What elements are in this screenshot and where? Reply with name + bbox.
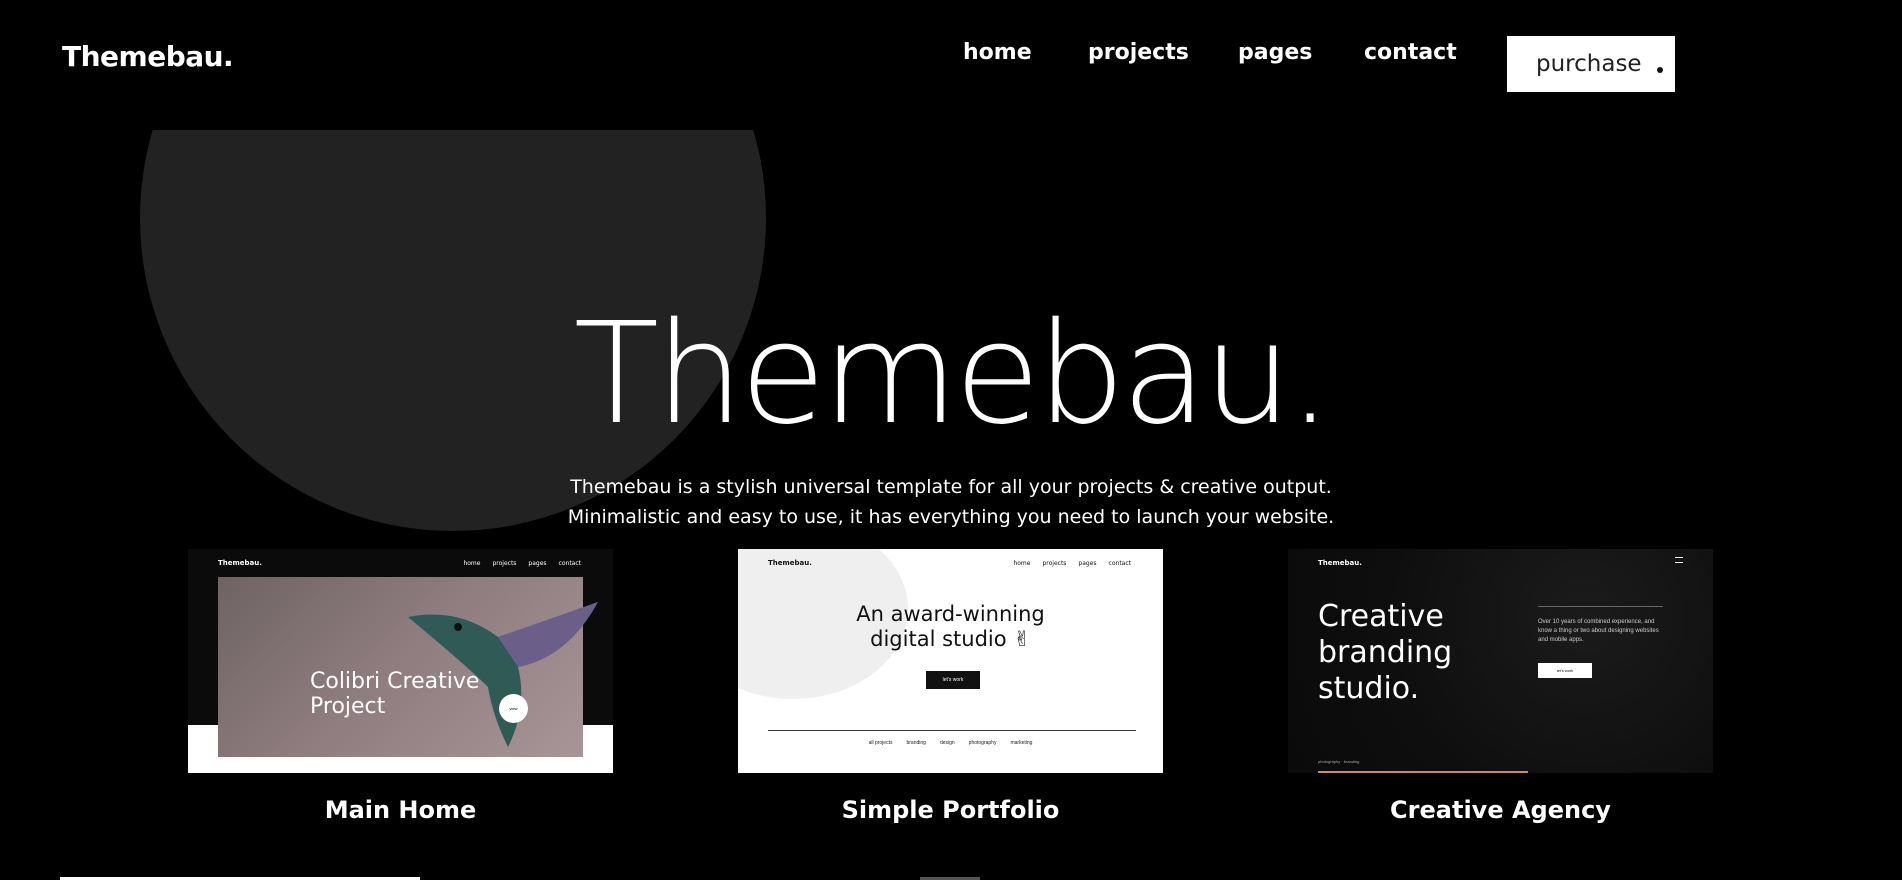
card-label-simple-portfolio[interactable]: Simple Portfolio: [738, 796, 1163, 824]
preview-link: contact: [1108, 560, 1131, 567]
preview-title-line-3: studio.: [1318, 671, 1420, 706]
hero-description: Themebau is a stylish universal template…: [0, 472, 1902, 532]
preview-header: Themebau. home projects pages contact: [738, 549, 1163, 573]
card-label-creative-agency[interactable]: Creative Agency: [1288, 796, 1713, 824]
preview-progress-bar: [1318, 771, 1528, 773]
preview-description: Over 10 years of combined experience, an…: [1538, 619, 1659, 643]
preview-link: home: [1013, 560, 1031, 567]
preview-link: pages: [1078, 560, 1097, 567]
category-item: all projects: [868, 740, 893, 746]
card-label-main-home[interactable]: Main Home: [188, 796, 613, 824]
preview-links: home projects pages contact: [463, 560, 581, 567]
nav-projects[interactable]: projects: [1088, 40, 1189, 65]
preview-header: Themebau. home projects pages contact: [188, 549, 613, 573]
category-item: branding: [906, 740, 926, 746]
demo-card-creative-agency[interactable]: Themebau. Creative branding studio. Over…: [1288, 549, 1713, 773]
hero-description-line-2: Minimalistic and easy to use, it has eve…: [567, 506, 1335, 528]
preview-caption: Colibri Creative Project: [310, 669, 479, 719]
preview-brand: Themebau.: [768, 559, 812, 567]
demo-card-main-home[interactable]: Themebau. home projects pages contact Co…: [188, 549, 613, 773]
preview-links: home projects pages contact: [1013, 560, 1131, 567]
preview-brand: Themebau.: [1318, 559, 1362, 567]
preview-title: Creative branding studio.: [1318, 599, 1452, 707]
site-logo-overlay[interactable]: Themebau.: [62, 40, 234, 73]
preview-link: projects: [1042, 560, 1067, 567]
preview-brand: Themebau.: [218, 559, 262, 567]
nav-pages[interactable]: pages: [1238, 40, 1312, 65]
dot-icon: [1657, 67, 1663, 73]
preview-footer-text: photography · branding: [1318, 759, 1360, 764]
preview-work-button: let's work: [926, 671, 980, 689]
divider: [768, 730, 1136, 731]
nav-contact[interactable]: contact: [1364, 40, 1457, 65]
category-item: marketing: [1010, 740, 1033, 746]
preview-link: pages: [528, 560, 547, 567]
nav-home[interactable]: home: [963, 40, 1032, 65]
preview-work-button: let's work: [1538, 663, 1592, 678]
preview-link: projects: [492, 560, 517, 567]
hero-description-line-1: Themebau is a stylish universal template…: [570, 476, 1332, 498]
divider: [1538, 606, 1663, 607]
preview-link: contact: [558, 560, 581, 567]
preview-header: Themebau.: [1288, 549, 1713, 573]
category-item: design: [939, 740, 955, 746]
purchase-button-overlay[interactable]: purchase: [1507, 36, 1675, 92]
purchase-label: purchase: [1536, 51, 1642, 77]
preview-title-line-1: An award-winning: [856, 602, 1045, 626]
category-item: photography: [968, 740, 997, 746]
preview-title-line-1: Creative: [1318, 599, 1444, 634]
preview-title-line-2: digital studio ✌: [870, 627, 1031, 651]
preview-categories: all projects branding design photography…: [738, 740, 1163, 746]
preview-link: home: [463, 560, 481, 567]
hero-title: Themebau.: [573, 293, 1333, 456]
preview-title: An award-winning digital studio ✌: [738, 602, 1163, 652]
preview-view-button: view: [499, 694, 528, 723]
preview-title-line-2: branding: [1318, 635, 1453, 670]
hamburger-menu-icon: [1675, 557, 1683, 563]
hummingbird-image: Colibri Creative Project: [218, 577, 598, 757]
demo-card-simple-portfolio[interactable]: Themebau. home projects pages contact An…: [738, 549, 1163, 773]
caption-line-1: Colibri Creative: [310, 669, 480, 694]
caption-line-2: Project: [310, 694, 386, 719]
